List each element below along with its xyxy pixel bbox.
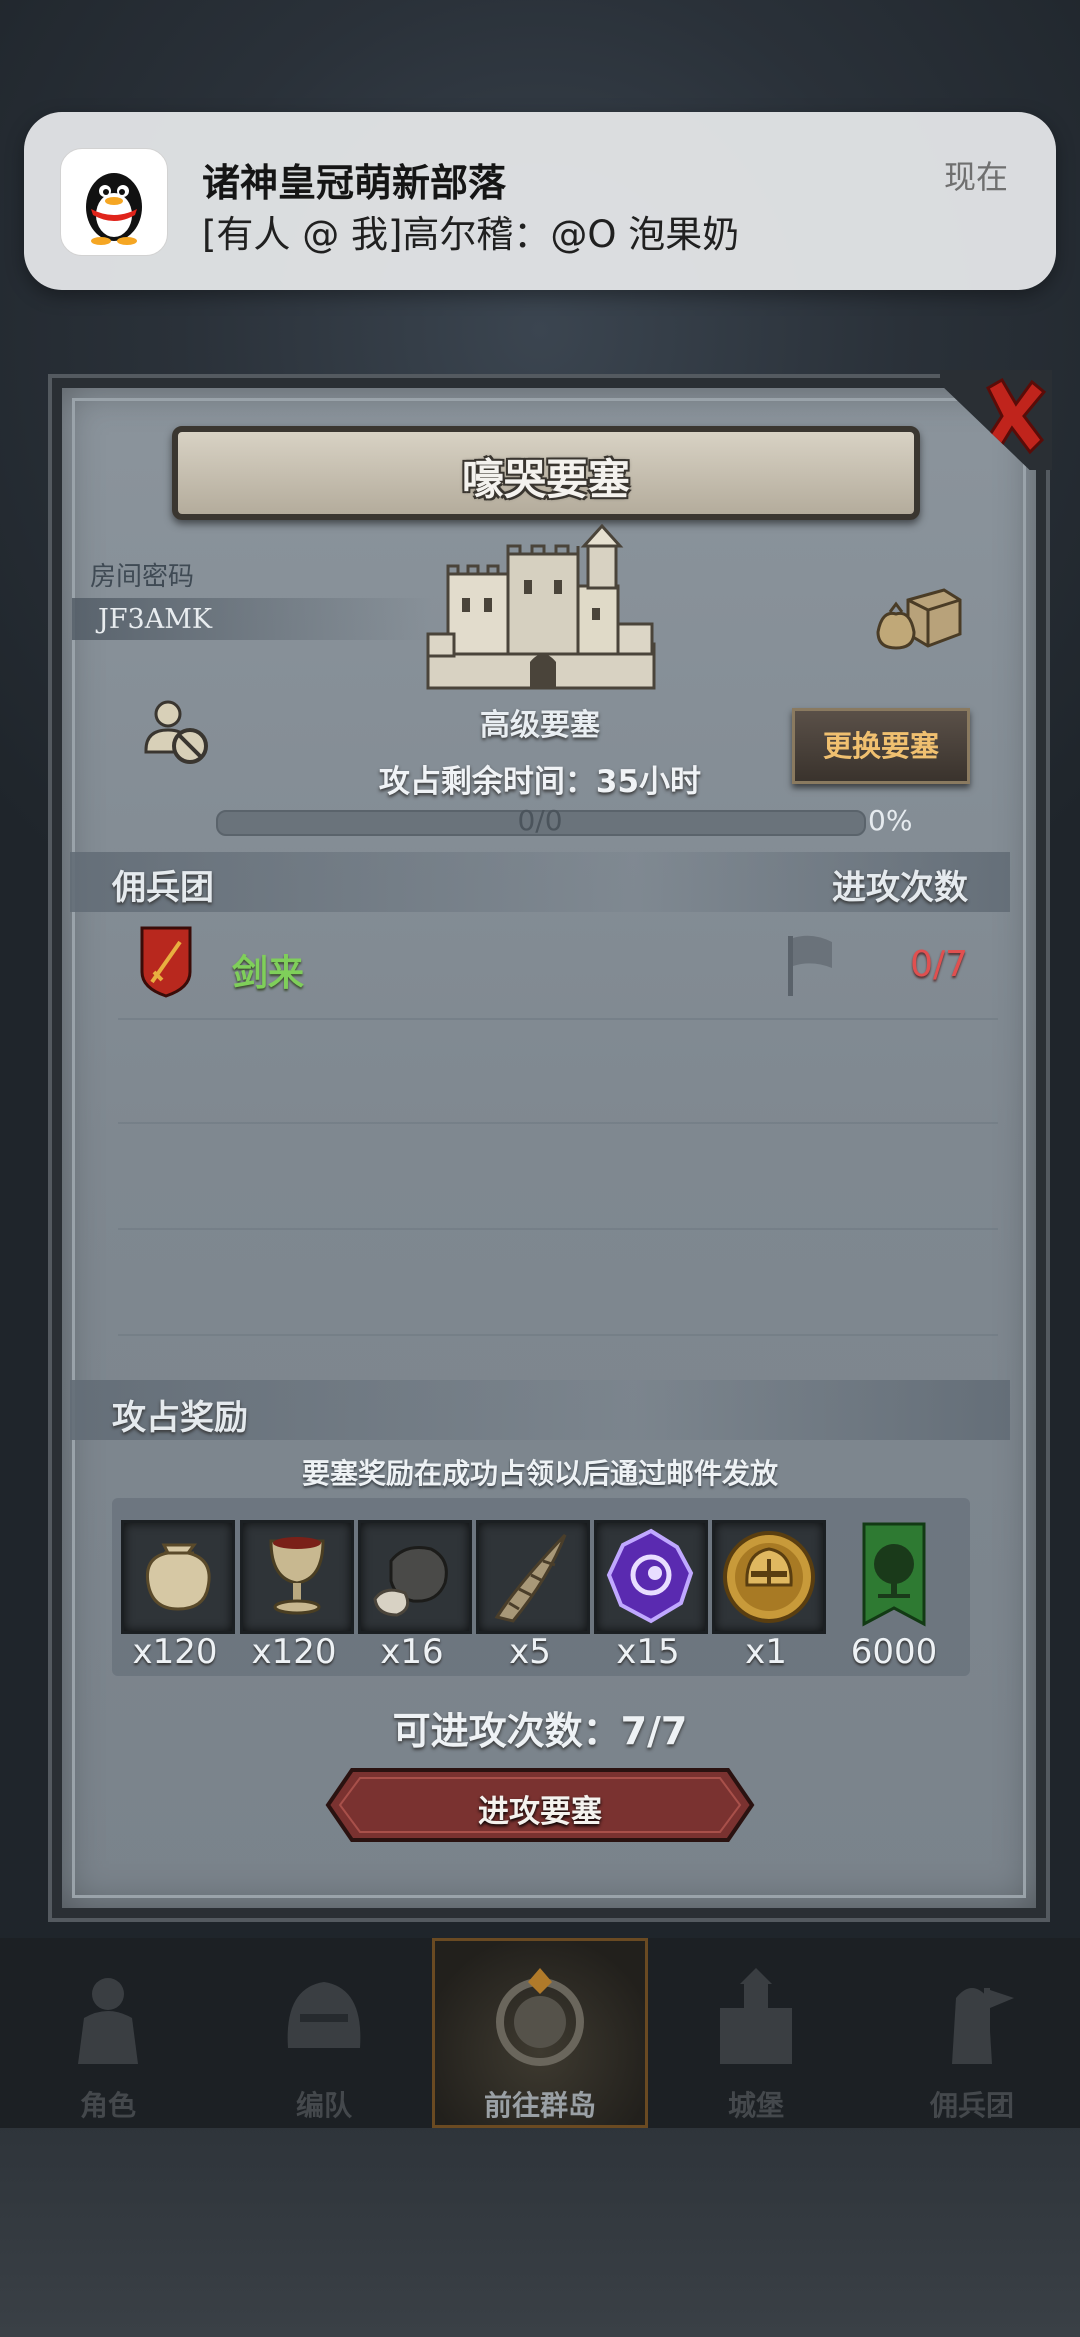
qq-notification-banner[interactable]: 诸神皇冠萌新部落 [有人 @ 我]高尔稽：@O 泡果奶 现在 bbox=[24, 112, 1056, 290]
attack-count-header: 进攻次数 bbox=[832, 868, 968, 908]
reward-count: x120 bbox=[132, 1632, 218, 1672]
title-plate: 嚎哭要塞 bbox=[172, 426, 920, 520]
goblet-icon bbox=[269, 1537, 325, 1615]
reward-count: x120 bbox=[251, 1632, 337, 1672]
nav-label: 编队 bbox=[295, 2089, 352, 2122]
castle-nav-icon bbox=[720, 1968, 792, 2064]
attack-fortress-button[interactable]: 进攻要塞 bbox=[324, 1766, 756, 1844]
nav-tab-character[interactable]: 角色 bbox=[0, 1938, 216, 2128]
reward-count: x15 bbox=[616, 1632, 680, 1672]
progress-text: 0/0 bbox=[517, 804, 563, 837]
helmet-icon bbox=[287, 1982, 361, 2048]
purple-crystal-icon bbox=[606, 1528, 694, 1624]
compass-map-icon bbox=[496, 1968, 584, 2066]
castle-icon bbox=[426, 524, 656, 690]
nav-tab-islands[interactable]: 前往群岛 bbox=[432, 1938, 648, 2128]
background-bottom bbox=[0, 2120, 1080, 2337]
green-tree-banner-icon bbox=[862, 1522, 926, 1627]
rewards-note: 要塞奖励在成功占领以后通过邮件发放 bbox=[301, 1457, 778, 1490]
flag-icon bbox=[788, 935, 832, 996]
qq-penguin-icon bbox=[60, 148, 168, 256]
nav-label: 城堡 bbox=[727, 2089, 784, 2122]
reward-slot[interactable] bbox=[240, 1520, 354, 1634]
reward-count: 6000 bbox=[850, 1632, 938, 1672]
progress-percent: 0% bbox=[868, 804, 913, 837]
reward-slot[interactable] bbox=[840, 1520, 948, 1628]
red-shield-sword-icon bbox=[140, 926, 192, 998]
notification-time: 现在 bbox=[943, 158, 1008, 196]
horn-icon bbox=[494, 1533, 567, 1623]
nav-label: 佣兵团 bbox=[929, 2089, 1014, 2122]
reward-slot[interactable] bbox=[712, 1520, 826, 1634]
room-code[interactable]: JF3AMK bbox=[98, 604, 212, 635]
mercenary-icon bbox=[952, 1988, 1014, 2064]
golden-helmet-medal-icon bbox=[723, 1531, 815, 1623]
reward-slot[interactable] bbox=[476, 1520, 590, 1634]
notification-title: 诸神皇冠萌新部落 bbox=[202, 161, 507, 205]
guild-attack-count: 0/7 bbox=[910, 944, 968, 985]
reward-count: x5 bbox=[509, 1632, 551, 1672]
page-title: 嚎哭要塞 bbox=[461, 455, 630, 504]
notification-body: [有人 @ 我]高尔稽：@O 泡果奶 bbox=[202, 213, 740, 256]
time-left: 攻占剩余时间：35小时 bbox=[378, 764, 702, 800]
nav-tab-castle[interactable]: 城堡 bbox=[648, 1938, 864, 2128]
guild-name[interactable]: 剑来 bbox=[232, 944, 304, 996]
row-divider bbox=[118, 1334, 998, 1336]
mercenary-header: 佣兵团 bbox=[112, 868, 214, 908]
supply-crate-icon[interactable] bbox=[874, 584, 964, 654]
row-divider bbox=[118, 1018, 998, 1020]
reward-slot[interactable] bbox=[121, 1520, 235, 1634]
reward-count: x1 bbox=[745, 1632, 787, 1672]
remaining-attacks: 可进攻次数：7/7 bbox=[392, 1709, 688, 1753]
ore-icon bbox=[373, 1546, 448, 1617]
nav-tab-mercenary[interactable]: 佣兵团 bbox=[864, 1938, 1080, 2128]
row-divider bbox=[118, 1228, 998, 1230]
bottom-navigation: 角色 编队 前往群岛 城堡 佣兵团 bbox=[0, 1938, 1080, 2128]
rewards-header: 攻占奖励 bbox=[112, 1398, 248, 1438]
nav-label: 角色 bbox=[79, 2089, 136, 2122]
room-password-label: 房间密码 bbox=[90, 562, 195, 592]
nav-tab-formation[interactable]: 编队 bbox=[216, 1938, 432, 2128]
reward-slot[interactable] bbox=[594, 1520, 708, 1634]
reward-count: x16 bbox=[380, 1632, 444, 1672]
sack-icon bbox=[145, 1543, 211, 1611]
knight-icon bbox=[78, 1978, 138, 2064]
nav-label: 前往群岛 bbox=[483, 2089, 596, 2122]
row-divider bbox=[118, 1122, 998, 1124]
reward-slot[interactable] bbox=[358, 1520, 472, 1634]
attack-button-label: 进攻要塞 bbox=[478, 1794, 602, 1830]
